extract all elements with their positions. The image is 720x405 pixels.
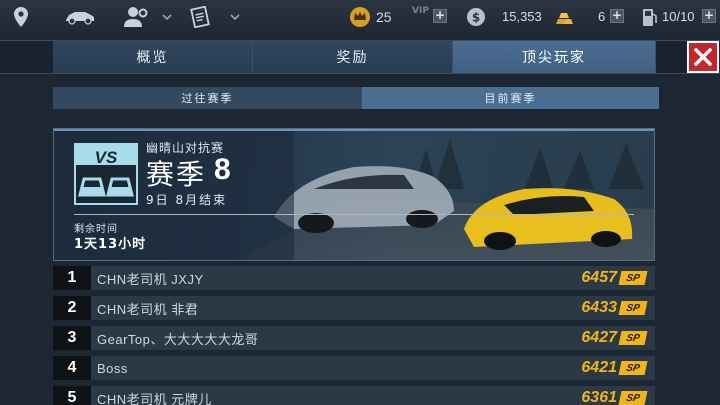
gold-add-button[interactable]: +: [610, 9, 624, 23]
fuel-add-button[interactable]: +: [702, 9, 716, 23]
season-title: 赛季: [146, 158, 207, 191]
leaderboard-row[interactable]: 5 CHN老司机 元牌儿 6361 SP: [53, 386, 655, 405]
season-end-date: 9日 8月结束: [146, 193, 228, 207]
card-divider: [74, 214, 634, 215]
sp-badge: SP: [618, 361, 648, 375]
versus-cars-icon: VS: [76, 145, 136, 203]
sp-badge: SP: [618, 391, 648, 405]
player-score: 6433: [581, 299, 617, 316]
player-score: 6421: [581, 359, 617, 376]
notes-icon[interactable]: [188, 5, 212, 29]
tab-rewards[interactable]: 奖励: [253, 41, 453, 73]
player-score: 6361: [581, 389, 617, 405]
map-pin-icon[interactable]: [8, 5, 34, 29]
player-score: 6457: [581, 269, 617, 286]
car-icon[interactable]: [62, 5, 98, 29]
player-name: CHN老司机 JXJY: [97, 271, 204, 287]
rank-number: 3: [53, 326, 91, 350]
profile-settings-icon[interactable]: [122, 5, 150, 29]
fuel-icon: [640, 5, 660, 29]
season-card: VS 幽晴山对抗赛 赛季 8 9日 8月结束 剩余时间 1天13小时: [53, 128, 655, 261]
subtab-current-season[interactable]: 目前赛季: [362, 87, 659, 109]
player-name: CHN老司机 非君: [97, 301, 199, 317]
chevron-down-icon[interactable]: [160, 5, 174, 29]
leaderboard-row[interactable]: 3 GearTop、大大大大大龙哥 6427 SP: [53, 326, 655, 350]
vip-label: VIP: [412, 6, 429, 16]
season-number: 8: [214, 153, 231, 186]
rank-number: 2: [53, 296, 91, 320]
rank-number: 4: [53, 356, 91, 380]
sp-badge: SP: [618, 301, 648, 315]
rank-number: 5: [53, 386, 91, 405]
top-status-bar: 25 VIP + $ 15,353 6 + 10/10 +: [0, 0, 720, 34]
leaderboard-row[interactable]: 4 Boss 6421 SP: [53, 356, 655, 380]
gold-amount: 6: [598, 9, 606, 24]
tab-top-players[interactable]: 顶尖玩家: [453, 41, 656, 73]
sp-badge: SP: [618, 331, 648, 345]
crown-icon: [348, 5, 372, 29]
player-name: CHN老司机 元牌儿: [97, 391, 212, 405]
leaderboard-row[interactable]: 1 CHN老司机 JXJY 6457 SP: [53, 266, 655, 290]
player-name: GearTop、大大大大大龙哥: [97, 331, 259, 347]
gold-bars-icon: [552, 5, 576, 29]
vs-badge: VS: [74, 143, 138, 205]
vip-add-button[interactable]: +: [433, 9, 447, 23]
crown-count: 25: [376, 9, 392, 25]
subtab-past-seasons[interactable]: 过往赛季: [53, 87, 362, 109]
svg-text:VS: VS: [95, 148, 118, 167]
time-remaining-value: 1天13小时: [74, 237, 147, 252]
fuel-amount: 10/10: [662, 9, 695, 24]
coin-amount: 15,353: [502, 9, 542, 24]
svg-text:$: $: [472, 11, 480, 25]
card-top-line: [54, 129, 654, 131]
sp-badge: SP: [618, 271, 648, 285]
close-icon: [694, 48, 712, 66]
player-name: Boss: [97, 360, 128, 376]
leaderboard-row[interactable]: 2 CHN老司机 非君 6433 SP: [53, 296, 655, 320]
coin-icon: $: [465, 5, 487, 29]
tab-overview[interactable]: 概览: [53, 41, 253, 73]
close-button[interactable]: [687, 41, 719, 73]
rank-number: 1: [53, 266, 91, 290]
chevron-down-icon[interactable]: [228, 5, 242, 29]
player-score: 6427: [581, 329, 617, 346]
